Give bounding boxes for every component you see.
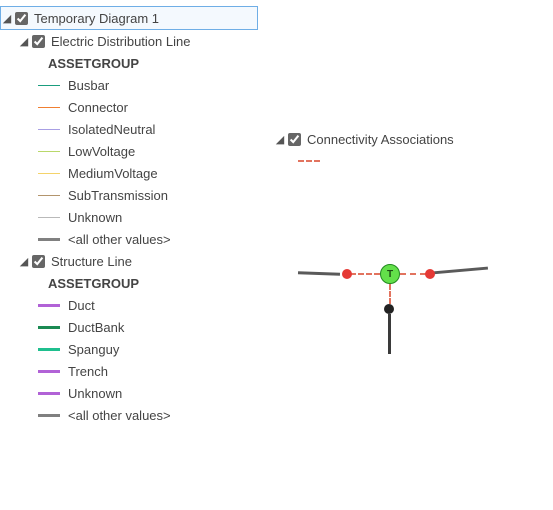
chevron-down-icon[interactable]: ◢ — [1, 12, 13, 25]
diagram-node-red-icon — [425, 269, 435, 279]
heading-label: ASSETGROUP — [48, 276, 139, 291]
line-swatch-icon — [38, 129, 60, 130]
chevron-down-icon[interactable]: ◢ — [274, 133, 286, 146]
diagram-dash-icon — [350, 273, 380, 275]
line-swatch-icon — [38, 304, 60, 307]
legend-item: Spanguy — [0, 338, 258, 360]
layer-structure-line[interactable]: ◢ Structure Line — [0, 250, 258, 272]
legend-item: Busbar — [0, 74, 258, 96]
line-swatch-icon — [38, 414, 60, 417]
legend-label: Trench — [68, 364, 108, 379]
layer-tree-panel: ◢ Temporary Diagram 1 ◢ Electric Distrib… — [0, 0, 258, 426]
legend-item: LowVoltage — [0, 140, 258, 162]
layer-checkbox[interactable] — [32, 35, 45, 48]
line-swatch-icon — [38, 348, 60, 351]
tree-root[interactable]: ◢ Temporary Diagram 1 — [0, 6, 258, 30]
legend-item: Duct — [0, 294, 258, 316]
layer-checkbox[interactable] — [32, 255, 45, 268]
legend-item: SubTransmission — [0, 184, 258, 206]
legend-label: IsolatedNeutral — [68, 122, 155, 137]
legend-label: DuctBank — [68, 320, 124, 335]
group-heading: ◢ ASSETGROUP — [0, 272, 258, 294]
diagram-wire-icon — [298, 271, 340, 275]
line-swatch-icon — [38, 370, 60, 373]
line-swatch-icon — [38, 173, 60, 174]
legend-label: Duct — [68, 298, 95, 313]
legend-label: Busbar — [68, 78, 109, 93]
chevron-down-icon[interactable]: ◢ — [18, 255, 30, 268]
legend-label: Spanguy — [68, 342, 119, 357]
layer-label: Structure Line — [51, 254, 132, 269]
group-heading: ◢ ASSETGROUP — [0, 52, 258, 74]
legend-label: Unknown — [68, 210, 122, 225]
root-checkbox[interactable] — [15, 12, 28, 25]
legend-item: Unknown — [0, 382, 258, 404]
root-label: Temporary Diagram 1 — [34, 11, 159, 26]
line-swatch-icon — [38, 85, 60, 86]
line-swatch-icon — [38, 195, 60, 196]
layer-electric-distribution[interactable]: ◢ Electric Distribution Line — [0, 30, 258, 52]
legend-label: SubTransmission — [68, 188, 168, 203]
legend-label: Connector — [68, 100, 128, 115]
legend-label: <all other values> — [68, 232, 171, 247]
legend-item: MediumVoltage — [0, 162, 258, 184]
legend-item: <all other values> — [0, 404, 258, 426]
line-swatch-icon — [38, 217, 60, 218]
line-swatch-icon — [298, 160, 320, 162]
diagram-node-red-icon — [342, 269, 352, 279]
diagram-dash-icon — [389, 284, 391, 304]
layer-connectivity-associations[interactable]: ◢ Connectivity Associations — [274, 128, 544, 150]
diagram-wire-icon — [388, 314, 391, 354]
legend-item: DuctBank — [0, 316, 258, 338]
diagram-wire-icon — [432, 267, 488, 275]
line-swatch-icon — [38, 107, 60, 108]
line-swatch-icon — [38, 326, 60, 329]
diagram-node-label: T — [387, 269, 393, 280]
layer-checkbox[interactable] — [288, 133, 301, 146]
legend-label: <all other values> — [68, 408, 171, 423]
line-swatch-icon — [38, 238, 60, 241]
legend-label: LowVoltage — [68, 144, 135, 159]
legend-item — [274, 150, 544, 172]
legend-item: Unknown — [0, 206, 258, 228]
legend-item: IsolatedNeutral — [0, 118, 258, 140]
heading-label: ASSETGROUP — [48, 56, 139, 71]
legend-item: Trench — [0, 360, 258, 382]
line-swatch-icon — [38, 151, 60, 152]
diagram-node-green-icon: T — [380, 264, 400, 284]
legend-item: Connector — [0, 96, 258, 118]
legend-label: Unknown — [68, 386, 122, 401]
line-swatch-icon — [38, 392, 60, 395]
connectivity-diagram: T — [298, 242, 498, 362]
diagram-dash-icon — [400, 273, 426, 275]
legend-label: MediumVoltage — [68, 166, 158, 181]
legend-item: <all other values> — [0, 228, 258, 250]
chevron-down-icon[interactable]: ◢ — [18, 35, 30, 48]
layer-label: Electric Distribution Line — [51, 34, 190, 49]
layer-tree-panel-right: ◢ Connectivity Associations T — [274, 0, 544, 426]
layer-label: Connectivity Associations — [307, 132, 454, 147]
diagram-node-black-icon — [384, 304, 394, 314]
